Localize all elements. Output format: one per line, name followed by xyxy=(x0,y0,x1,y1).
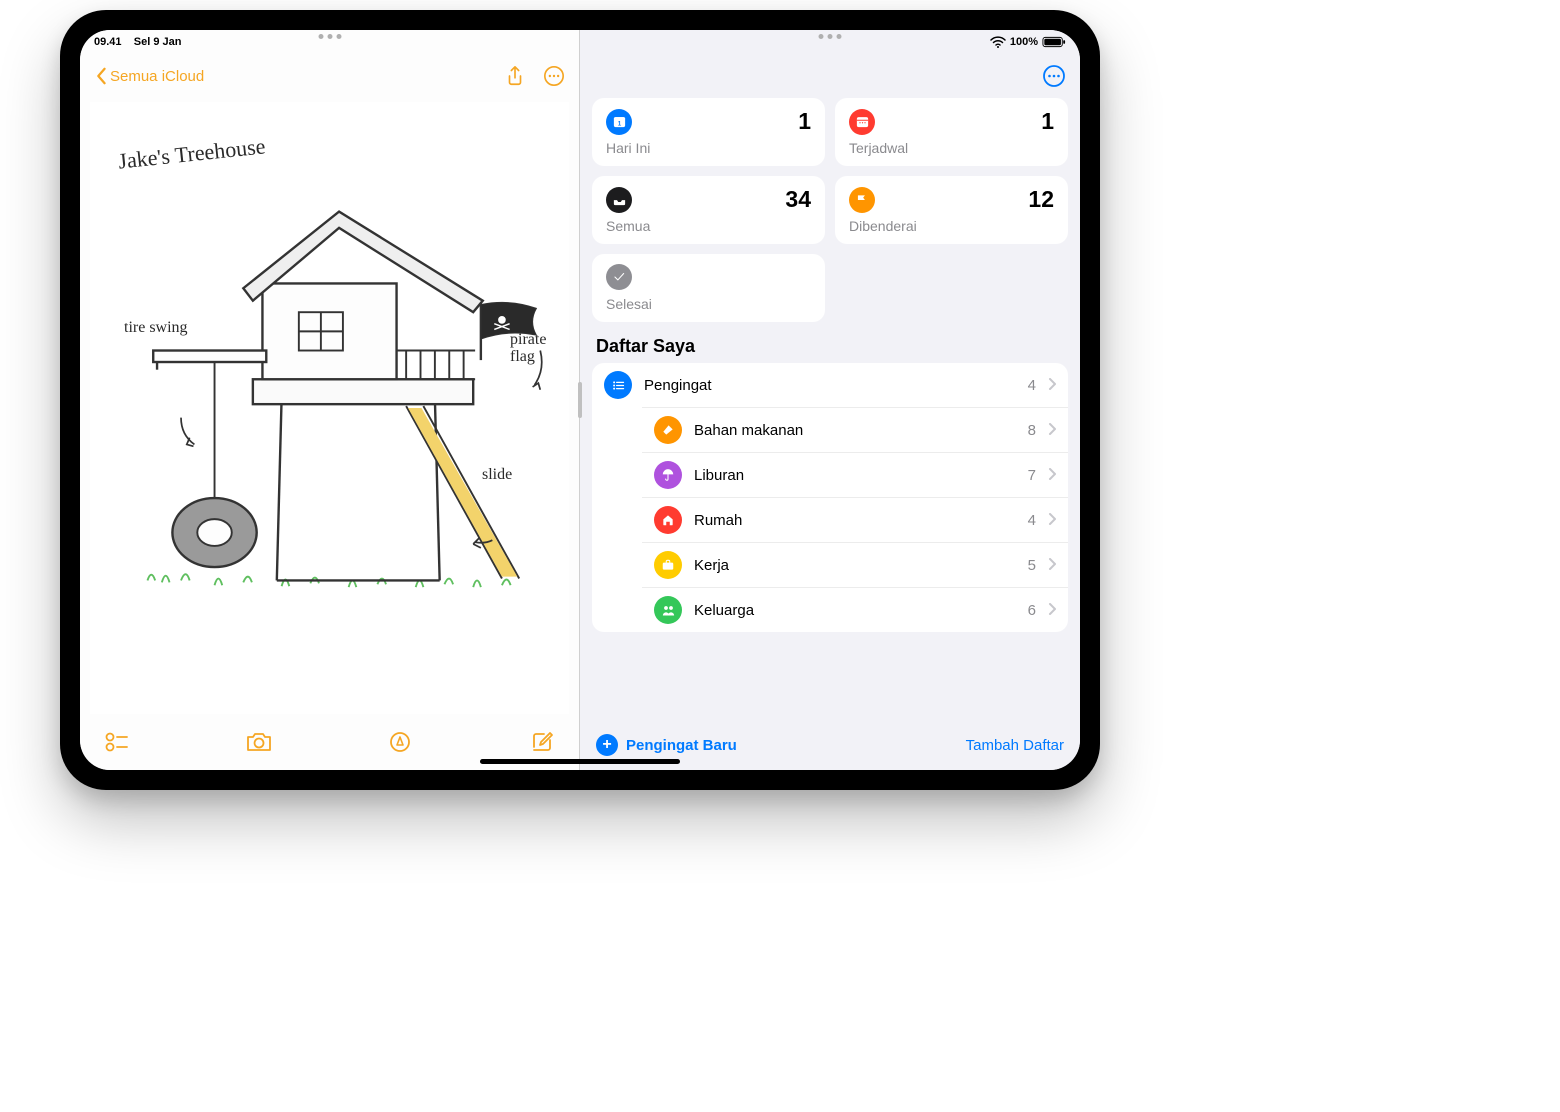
markup-icon xyxy=(388,730,412,754)
my-lists-header: Daftar Saya xyxy=(596,336,1064,357)
status-date: Sel 9 Jan xyxy=(134,36,182,48)
plus-circle-icon: + xyxy=(596,734,618,756)
checklist-button[interactable] xyxy=(102,727,132,757)
svg-text:1: 1 xyxy=(617,120,621,127)
compose-button[interactable] xyxy=(527,727,557,757)
list-icon xyxy=(604,371,632,399)
battery-percent: 100% xyxy=(1010,36,1038,48)
list-name: Kerja xyxy=(694,557,1016,574)
home-indicator[interactable] xyxy=(480,759,680,764)
house-icon xyxy=(654,506,682,534)
sketch-label-tire-swing: tire swing xyxy=(124,320,188,337)
list-item[interactable]: Keluarga 6 xyxy=(642,587,1068,632)
smart-list-count: 1 xyxy=(798,108,811,135)
list-count: 7 xyxy=(1028,467,1036,484)
tray-icon xyxy=(606,187,632,213)
list-name: Bahan makanan xyxy=(694,422,1016,439)
multitasking-dots-icon[interactable] xyxy=(318,34,341,39)
ipad-screen: 09.41 Sel 9 Jan Semua iCloud xyxy=(80,30,1080,770)
list-count: 5 xyxy=(1028,557,1036,574)
list-item[interactable]: Bahan makanan 8 xyxy=(642,407,1068,452)
list-count: 4 xyxy=(1028,377,1036,394)
list-name: Pengingat xyxy=(644,377,1016,394)
calendar-day-icon: 1 xyxy=(606,109,632,135)
status-time: 09.41 xyxy=(94,36,122,48)
carrot-icon xyxy=(654,416,682,444)
share-icon xyxy=(505,65,525,87)
smart-list-count: 1 xyxy=(1041,108,1054,135)
list-name: Rumah xyxy=(694,512,1016,529)
family-icon xyxy=(654,596,682,624)
list-item[interactable]: Liburan 7 xyxy=(642,452,1068,497)
add-list-label: Tambah Daftar xyxy=(966,737,1064,754)
smart-list-done[interactable]: Selesai xyxy=(592,254,825,322)
notes-toolbar: Semua iCloud xyxy=(80,54,579,98)
compose-icon xyxy=(530,730,554,754)
markup-button[interactable] xyxy=(385,727,415,757)
wifi-icon xyxy=(990,36,1006,48)
smart-list-label: Dibenderai xyxy=(849,218,1054,234)
list-count: 6 xyxy=(1028,602,1036,619)
battery-icon xyxy=(1042,36,1066,48)
camera-icon xyxy=(245,731,273,753)
check-icon xyxy=(606,264,632,290)
chevron-right-icon xyxy=(1048,422,1056,438)
smart-list-label: Terjadwal xyxy=(849,140,1054,156)
smart-list-label: Selesai xyxy=(606,296,811,312)
new-reminder-button[interactable]: + Pengingat Baru xyxy=(596,734,737,756)
list-item[interactable]: Kerja 5 xyxy=(642,542,1068,587)
smart-list-all[interactable]: 34 Semua xyxy=(592,176,825,244)
list-name: Liburan xyxy=(694,467,1016,484)
split-view-handle[interactable] xyxy=(578,382,582,418)
more-button[interactable] xyxy=(543,65,565,87)
sketch-label-slide: slide xyxy=(482,467,512,484)
list-count: 8 xyxy=(1028,422,1036,439)
checklist-icon xyxy=(105,731,129,753)
umbrella-icon xyxy=(654,461,682,489)
treehouse-sketch xyxy=(90,102,569,714)
smart-list-count: 12 xyxy=(1028,186,1054,213)
notes-app-pane: 09.41 Sel 9 Jan Semua iCloud xyxy=(80,30,580,770)
sketch-label-pirate-flag: pirate flag xyxy=(510,332,569,366)
share-button[interactable] xyxy=(505,65,525,87)
add-list-button[interactable]: Tambah Daftar xyxy=(966,737,1064,754)
briefcase-icon xyxy=(654,551,682,579)
list-item[interactable]: Pengingat 4 xyxy=(592,363,1068,407)
smart-list-label: Hari Ini xyxy=(606,140,811,156)
chevron-right-icon xyxy=(1048,557,1056,573)
my-lists: Pengingat 4 Bahan makanan 8 Liburan 7 Ru… xyxy=(592,363,1068,632)
smart-list-label: Semua xyxy=(606,218,811,234)
note-drawing-canvas[interactable]: Jake's Treehouse tire swing pirate flag … xyxy=(90,102,569,714)
back-button[interactable]: Semua iCloud xyxy=(94,67,204,85)
smart-list-scheduled[interactable]: 1 Terjadwal xyxy=(835,98,1068,166)
back-label: Semua iCloud xyxy=(110,68,204,85)
smart-list-flagged[interactable]: 12 Dibenderai xyxy=(835,176,1068,244)
chevron-left-icon xyxy=(94,67,108,85)
ipad-frame: 09.41 Sel 9 Jan Semua iCloud xyxy=(60,10,1100,790)
reminders-more-button[interactable] xyxy=(1042,64,1066,88)
smart-list-count: 34 xyxy=(785,186,811,213)
smart-list-today[interactable]: 1 1 Hari Ini xyxy=(592,98,825,166)
ellipsis-circle-icon xyxy=(1042,64,1066,88)
chevron-right-icon xyxy=(1048,377,1056,393)
reminders-toolbar xyxy=(580,54,1080,98)
new-reminder-label: Pengingat Baru xyxy=(626,737,737,754)
ellipsis-circle-icon xyxy=(543,65,565,87)
calendar-icon xyxy=(849,109,875,135)
list-count: 4 xyxy=(1028,512,1036,529)
reminders-app-pane: 100% 1 1 Hari Ini 1 Terjadwal 34 S xyxy=(580,30,1080,770)
chevron-right-icon xyxy=(1048,512,1056,528)
list-name: Keluarga xyxy=(694,602,1016,619)
camera-button[interactable] xyxy=(244,727,274,757)
smart-lists-grid: 1 1 Hari Ini 1 Terjadwal 34 Semua 12 Dib… xyxy=(580,98,1080,322)
chevron-right-icon xyxy=(1048,467,1056,483)
multitasking-dots-icon[interactable] xyxy=(819,34,842,39)
list-item[interactable]: Rumah 4 xyxy=(642,497,1068,542)
flag-icon xyxy=(849,187,875,213)
chevron-right-icon xyxy=(1048,602,1056,618)
